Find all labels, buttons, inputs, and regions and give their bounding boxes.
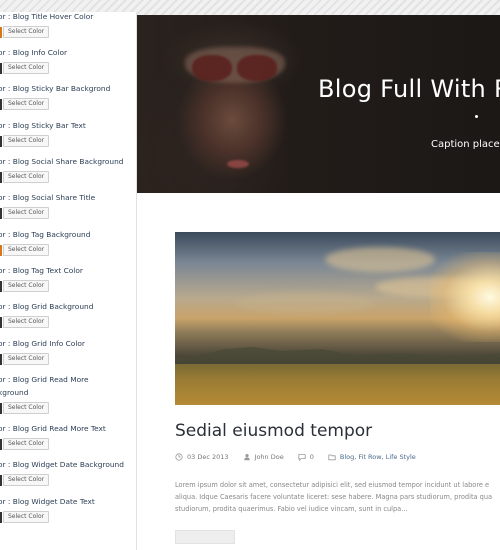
- select-color-button[interactable]: Select Color: [3, 438, 50, 450]
- select-color-button[interactable]: Select Color: [3, 402, 50, 414]
- select-color-button[interactable]: Select Color: [3, 280, 50, 292]
- color-swatch[interactable]: [0, 135, 2, 147]
- hero-photo-lens-left: [192, 55, 232, 81]
- hero-title: Blog Full With R: [318, 75, 500, 103]
- post-excerpt: Lorem ipsum dolor sit amet, consectetur …: [175, 479, 500, 515]
- hero-divider-dot: [475, 115, 478, 118]
- color-option: or : Blog Tag Text Color Select Color: [0, 266, 136, 292]
- option-label: or : Blog Info Color: [0, 48, 68, 57]
- image-cloud: [235, 292, 375, 314]
- color-option: or : Blog Grid Info Color Select Color: [0, 339, 136, 365]
- select-color-button[interactable]: Select Color: [3, 171, 50, 183]
- blog-preview: Blog Full With R Caption placed Sedial e…: [137, 15, 500, 550]
- option-label-continued: kground: [0, 388, 29, 397]
- color-option: or : Blog Social Share Background Select…: [0, 157, 136, 183]
- option-label: or : Blog Grid Read More: [0, 375, 89, 384]
- clock-icon: [175, 453, 183, 461]
- excerpt-line: aliqua. Idque Caesaris facere voluntate …: [175, 493, 493, 501]
- select-color-button[interactable]: Select Color: [3, 474, 50, 486]
- option-label: or : Blog Title Hover Color: [0, 12, 94, 21]
- excerpt-line: Lorem ipsum dolor sit amet, consectetur …: [175, 481, 490, 489]
- color-option: or : Blog Title Hover Color Select Color: [0, 12, 136, 38]
- image-cloud: [325, 247, 435, 272]
- post-author[interactable]: John Doe: [255, 453, 284, 461]
- read-more-button[interactable]: [175, 530, 235, 544]
- post-categories[interactable]: Blog, Fit Row, Life Style: [340, 453, 416, 461]
- color-swatch[interactable]: [0, 207, 2, 219]
- select-color-button[interactable]: Select Color: [3, 26, 50, 38]
- post-meta: 03 Dec 2013 John Doe 0 Blog, Fit Row, Li…: [175, 453, 430, 461]
- user-icon: [243, 453, 250, 461]
- color-option: or : Blog Widget Date Background Select …: [0, 460, 136, 486]
- select-color-button[interactable]: Select Color: [3, 62, 50, 74]
- option-label: or : Blog Grid Background: [0, 302, 94, 311]
- select-color-button[interactable]: Select Color: [3, 135, 50, 147]
- option-label: or : Blog Social Share Background: [0, 157, 124, 166]
- hero-photo-mouth: [227, 160, 249, 168]
- select-color-button[interactable]: Select Color: [3, 353, 50, 365]
- color-swatch[interactable]: [0, 98, 2, 110]
- hero-caption: Caption placed: [431, 139, 500, 150]
- select-color-button[interactable]: Select Color: [3, 98, 50, 110]
- option-label: or : Blog Tag Text Color: [0, 266, 83, 275]
- color-swatch[interactable]: [0, 353, 2, 365]
- option-label: or : Blog Grid Read More Text: [0, 424, 106, 433]
- comment-icon: [298, 454, 306, 461]
- hero-photo-lens-right: [237, 55, 277, 81]
- color-swatch[interactable]: [0, 62, 2, 74]
- option-label: or : Blog Widget Date Background: [0, 460, 124, 469]
- post-comments-count[interactable]: 0: [310, 453, 314, 461]
- theme-options-panel: or : Blog Title Hover Color Select Color…: [0, 12, 137, 550]
- excerpt-line: studiorum, prodita quaerimus. Fabio vel …: [175, 505, 408, 513]
- color-swatch[interactable]: [0, 316, 2, 328]
- image-field: [175, 364, 500, 405]
- color-swatch[interactable]: [0, 438, 2, 450]
- select-color-button[interactable]: Select Color: [3, 207, 50, 219]
- hero-slider: Blog Full With R Caption placed: [137, 15, 500, 193]
- folder-icon: [328, 454, 336, 461]
- post-featured-image[interactable]: [175, 232, 500, 405]
- color-option: or : Blog Sticky Bar Backgrond Select Co…: [0, 84, 136, 110]
- color-option: or : Blog Info Color Select Color: [0, 48, 136, 74]
- image-sun: [430, 252, 500, 342]
- color-swatch[interactable]: [0, 26, 2, 38]
- color-option: or : Blog Social Share Title Select Colo…: [0, 193, 136, 219]
- color-option: or : Blog Grid Background Select Color: [0, 302, 136, 328]
- color-swatch[interactable]: [0, 511, 2, 523]
- post-date: 03 Dec 2013: [187, 453, 229, 461]
- option-label: or : Blog Social Share Title: [0, 193, 96, 202]
- color-option: or : Blog Grid Read More Text Select Col…: [0, 424, 136, 450]
- color-option: or : Blog Sticky Bar Text Select Color: [0, 121, 136, 147]
- option-label: or : Blog Sticky Bar Text: [0, 121, 86, 130]
- color-swatch[interactable]: [0, 244, 2, 256]
- select-color-button[interactable]: Select Color: [3, 316, 50, 328]
- option-label: or : Blog Widget Date Text: [0, 497, 95, 506]
- option-label: or : Blog Grid Info Color: [0, 339, 85, 348]
- color-swatch[interactable]: [0, 474, 2, 486]
- select-color-button[interactable]: Select Color: [3, 244, 50, 256]
- color-option: or : Blog Widget Date Text Select Color: [0, 497, 136, 523]
- color-option: or : Blog Tag Background Select Color: [0, 230, 136, 256]
- color-option: or : Blog Grid Read More kground Select …: [0, 375, 136, 414]
- color-swatch[interactable]: [0, 280, 2, 292]
- color-swatch[interactable]: [0, 171, 2, 183]
- option-label: or : Blog Sticky Bar Backgrond: [0, 84, 111, 93]
- color-swatch[interactable]: [0, 402, 2, 414]
- select-color-button[interactable]: Select Color: [3, 511, 50, 523]
- post-title[interactable]: Sedial eiusmod tempor: [175, 421, 372, 441]
- option-label: or : Blog Tag Background: [0, 230, 91, 239]
